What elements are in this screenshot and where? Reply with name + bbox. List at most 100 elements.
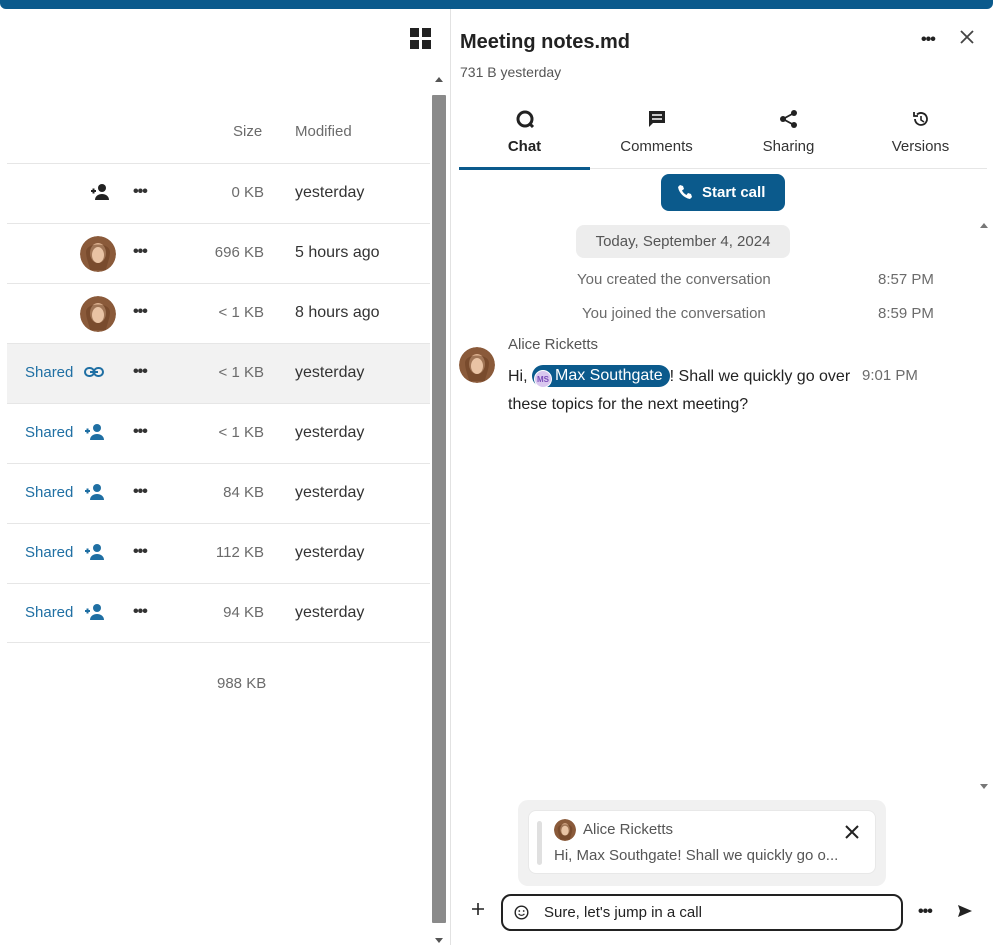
shared-label[interactable]: Shared <box>25 364 73 381</box>
row-actions-menu-icon[interactable]: ••• <box>133 302 153 322</box>
message-time: 8:57 PM <box>878 271 934 288</box>
message-text-before: Hi, <box>508 368 532 385</box>
file-modified: yesterday <box>295 604 365 621</box>
add-share-icon[interactable] <box>83 482 105 502</box>
mention-chip[interactable]: MS Max Southgate <box>532 365 670 388</box>
file-row[interactable]: Shared ••• < 1 KB yesterday <box>7 403 430 463</box>
start-call-button[interactable]: Start call <box>661 174 785 211</box>
shared-label[interactable]: Shared <box>25 544 73 561</box>
tab-chat[interactable]: Chat <box>459 105 590 170</box>
file-modified: 8 hours ago <box>295 304 380 321</box>
phone-icon <box>678 185 692 199</box>
tab-label: Sharing <box>762 138 815 155</box>
file-size: < 1 KB <box>218 304 264 321</box>
file-modified: yesterday <box>295 364 365 381</box>
add-share-icon[interactable] <box>83 422 105 442</box>
shared-label[interactable]: Shared <box>25 604 73 621</box>
file-row[interactable]: ••• 0 KB yesterday <box>7 163 430 223</box>
tab-sharing[interactable]: Sharing <box>723 105 854 169</box>
shared-label[interactable]: Shared <box>25 424 73 441</box>
file-list-panel: Size Modified ••• 0 KB yesterday ••• 696… <box>0 9 450 945</box>
file-modified: yesterday <box>295 424 365 441</box>
avatar <box>554 819 576 841</box>
file-row[interactable]: ••• < 1 KB 8 hours ago <box>7 283 430 343</box>
sidebar-file-subtitle: 731 B yesterday <box>460 64 562 80</box>
reply-author: Alice Ricketts <box>583 821 674 838</box>
column-header-modified[interactable]: Modified <box>295 123 352 140</box>
tab-label: Comments <box>620 138 693 155</box>
avatar[interactable] <box>459 347 495 383</box>
file-modified: 5 hours ago <box>295 244 380 261</box>
row-actions-menu-icon[interactable]: ••• <box>133 422 153 442</box>
file-size: < 1 KB <box>218 364 264 381</box>
file-row[interactable]: ••• 696 KB 5 hours ago <box>7 223 430 283</box>
add-share-icon[interactable] <box>83 542 105 562</box>
file-row[interactable]: Shared ••• 84 KB yesterday <box>7 463 430 523</box>
scrollbar-thumb[interactable] <box>432 95 446 923</box>
link-icon[interactable] <box>83 362 105 382</box>
send-icon[interactable] <box>957 904 973 918</box>
message-author[interactable]: Alice Ricketts <box>508 336 598 353</box>
emoji-icon[interactable] <box>514 905 529 920</box>
row-actions-menu-icon[interactable]: ••• <box>133 482 153 502</box>
details-sidebar: Meeting notes.md 731 B yesterday ••• Cha… <box>450 9 993 945</box>
history-icon <box>912 112 928 126</box>
comment-icon <box>648 111 665 127</box>
add-attachment-icon[interactable] <box>471 902 485 916</box>
tab-comments[interactable]: Comments <box>591 105 722 169</box>
system-message: You joined the conversation <box>582 305 766 322</box>
message-input[interactable]: Sure, let's jump in a call <box>501 894 903 931</box>
row-actions-menu-icon[interactable]: ••• <box>133 542 153 562</box>
chat-icon <box>516 110 534 129</box>
sidebar-more-icon[interactable]: ••• <box>921 31 936 49</box>
file-row[interactable]: Shared ••• 94 KB yesterday <box>7 583 430 643</box>
file-modified: yesterday <box>295 184 365 201</box>
composer-more-icon[interactable]: ••• <box>918 903 933 921</box>
tab-label: Versions <box>891 138 950 155</box>
file-list-scrollbar[interactable] <box>432 73 446 945</box>
row-actions-menu-icon[interactable]: ••• <box>133 602 153 622</box>
message-time: 8:59 PM <box>878 305 934 322</box>
file-size: 0 KB <box>231 184 264 201</box>
avatar[interactable] <box>80 236 116 272</box>
column-header-size[interactable]: Size <box>233 123 262 140</box>
share-icon <box>779 110 797 128</box>
file-rows: ••• 0 KB yesterday ••• 696 KB 5 hours ag… <box>7 163 430 643</box>
shared-label[interactable]: Shared <box>25 484 73 501</box>
file-row[interactable]: Shared ••• < 1 KB yesterday <box>7 343 430 403</box>
reply-preview-container: Alice Ricketts Hi, Max Southgate! Shall … <box>518 800 886 886</box>
file-modified: yesterday <box>295 484 365 501</box>
chat-scrollbar[interactable] <box>979 219 989 789</box>
close-icon[interactable] <box>957 27 977 47</box>
file-size: 696 KB <box>214 244 264 261</box>
system-message: You created the conversation <box>577 271 771 288</box>
add-share-icon[interactable] <box>88 182 110 202</box>
avatar[interactable] <box>80 296 116 332</box>
scroll-down-icon[interactable] <box>980 784 988 789</box>
active-tab-indicator <box>459 167 590 170</box>
message-input-value: Sure, let's jump in a call <box>544 904 702 921</box>
file-size: 84 KB <box>223 484 264 501</box>
mention-avatar: MS <box>534 370 552 388</box>
sidebar-tabs: Chat Comments Sharing Versions <box>459 105 987 170</box>
file-row[interactable]: Shared ••• 112 KB yesterday <box>7 523 430 583</box>
message-text: Hi, MS Max Southgate! Shall we quickly go… <box>508 363 858 419</box>
row-actions-menu-icon[interactable]: ••• <box>133 182 153 202</box>
scroll-up-icon[interactable] <box>980 223 988 228</box>
tab-label: Chat <box>507 138 542 155</box>
grid-view-toggle-icon[interactable] <box>410 28 431 49</box>
total-size: 988 KB <box>217 675 267 692</box>
scroll-up-icon[interactable] <box>435 77 443 82</box>
close-icon[interactable] <box>845 825 859 839</box>
row-actions-menu-icon[interactable]: ••• <box>133 242 153 262</box>
add-share-icon[interactable] <box>83 602 105 622</box>
reply-quote-bar <box>537 821 542 865</box>
message-time: 9:01 PM <box>862 367 918 384</box>
sidebar-file-title: Meeting notes.md <box>460 31 631 53</box>
row-actions-menu-icon[interactable]: ••• <box>133 362 153 382</box>
scroll-down-icon[interactable] <box>435 938 443 943</box>
file-size: 94 KB <box>223 604 264 621</box>
file-modified: yesterday <box>295 544 365 561</box>
start-call-label: Start call <box>702 184 766 201</box>
tab-versions[interactable]: Versions <box>855 105 986 169</box>
